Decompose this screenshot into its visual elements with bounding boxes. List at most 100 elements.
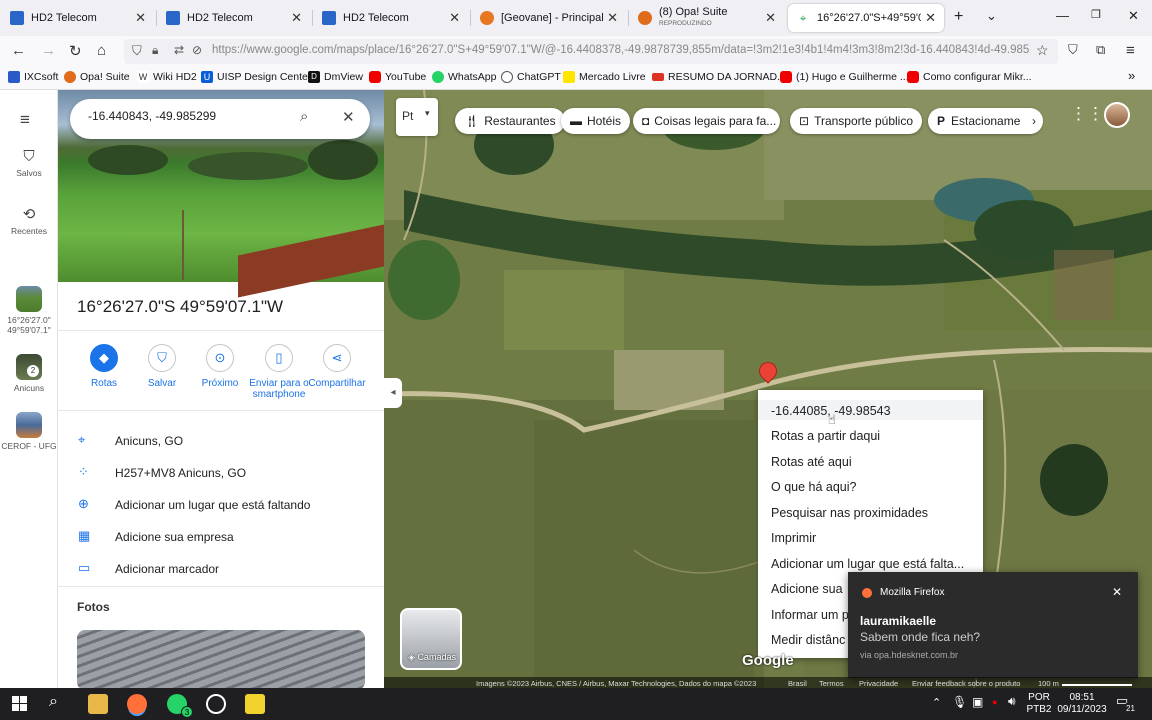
add-missing-place-row[interactable]: Adicionar um lugar que está faltando (115, 498, 310, 512)
search-input[interactable] (88, 109, 288, 123)
volume-icon[interactable]: 🔊︎ (1008, 695, 1016, 707)
photo-thumbnail[interactable] (77, 630, 365, 688)
chip-restaurants[interactable]: 🍴︎ Restaurantes (455, 108, 565, 134)
save-button[interactable]: ⛉ Salvar (131, 344, 193, 389)
search-box[interactable]: ⌕ ✕ (70, 99, 370, 139)
bookmark-ixcsoft[interactable]: IXCsoft (8, 71, 58, 83)
search-icon[interactable]: ⌕ (300, 108, 308, 125)
list-tabs-chevron-icon[interactable]: ⌄ (986, 8, 997, 24)
menu-item-print[interactable]: Imprimir (771, 531, 816, 545)
tray-expand-icon[interactable]: ⌃ (932, 697, 941, 709)
menu-item-add-business[interactable]: Adicione sua (771, 582, 843, 596)
share-button[interactable]: ⋖ Compartilhar (305, 344, 369, 389)
record-icon[interactable]: ● (992, 696, 997, 708)
rail-recent-anicuns[interactable]: 2 Anicuns (0, 354, 58, 393)
rail-saved[interactable]: ⛉ Salvos (0, 149, 58, 178)
close-icon[interactable]: ✕ (607, 10, 618, 26)
bookmark-whatsapp[interactable]: WhatsApp (432, 71, 496, 83)
menu-item-report-issue[interactable]: Informar um p (771, 608, 849, 622)
bookmark-hugo[interactable]: (1) Hugo e Guilherme ... (780, 71, 909, 83)
bookmark-star-icon[interactable]: ☆ (1036, 42, 1049, 59)
chip-hotels[interactable]: ▬ Hotéis (561, 108, 631, 134)
address-bar[interactable]: ⛉ 🔒︎ ⇄ ⊘ https://www.google.com/maps/pla… (124, 39, 1058, 64)
search-icon[interactable]: ⌕ (49, 693, 58, 711)
nearby-button[interactable]: ⊙ Próximo (189, 344, 251, 389)
menu-item-directions-to[interactable]: Rotas até aqui (771, 455, 852, 469)
rail-recent-cerof[interactable]: CEROF - UFG (0, 412, 58, 451)
firefox-notification[interactable]: Mozilla Firefox ✕ lauramikaelle Sabem on… (848, 572, 1138, 678)
bookmark-mikrotik[interactable]: Como configurar Mikr... (907, 71, 1032, 83)
collapse-panel-icon[interactable]: ◂ (384, 378, 402, 408)
sticky-notes-icon[interactable] (245, 694, 265, 714)
bookmark-youtube[interactable]: YouTube (369, 71, 426, 83)
tab-hd2-3[interactable]: HD2 Telecom ✕ (314, 4, 468, 32)
footer-link-feedback[interactable]: Enviar feedback sobre o produto (912, 679, 1020, 688)
close-window-icon[interactable]: ✕ (1128, 8, 1139, 24)
rail-recent-place-coords[interactable]: 16°26'27.0" 49°59'07.1" (0, 286, 58, 335)
menu-item-directions-from[interactable]: Rotas a partir daqui (771, 429, 880, 443)
tab-geovane[interactable]: [Geovane] - Principal ✕ (472, 4, 626, 32)
footer-link-privacy[interactable]: Privacidade (859, 679, 898, 688)
reload-icon[interactable]: ↻ (69, 42, 82, 60)
menu-item-search-nearby[interactable]: Pesquisar nas proximidades (771, 506, 928, 520)
menu-item-measure-distance[interactable]: Medir distânc (771, 633, 845, 647)
menu-item-whats-here[interactable]: O que há aqui? (771, 480, 857, 494)
home-icon[interactable]: ⌂ (97, 42, 106, 59)
close-icon[interactable]: ✕ (1112, 585, 1122, 599)
rail-recent[interactable]: ⟲ Recentes (0, 207, 58, 236)
url-text[interactable]: https://www.google.com/maps/place/16°26'… (212, 44, 1030, 56)
language-dropdown[interactable]: Pt ▾ (396, 98, 438, 136)
tab-opa-suite[interactable]: (8) Opa! Suite REPRODUZINDO ✕ (630, 4, 784, 32)
back-icon[interactable]: ← (11, 42, 26, 59)
input-language[interactable]: POR PTB2 (1026, 692, 1052, 716)
footer-link-terms[interactable]: Termos (819, 679, 844, 688)
app-icon[interactable] (206, 694, 226, 714)
send-to-phone-button[interactable]: ▯ Enviar para o smartphone (247, 344, 311, 400)
layers-button[interactable]: ◈ Camadas (400, 608, 462, 670)
notification-center-icon[interactable]: ▭ 21 (1116, 694, 1135, 715)
extensions-icon[interactable]: ⧉ (1096, 42, 1105, 58)
close-icon[interactable]: ✕ (925, 10, 936, 26)
scale-label[interactable]: 100 m (1038, 679, 1059, 688)
close-icon[interactable]: ✕ (449, 10, 460, 26)
no-location-icon[interactable]: ⊘ (192, 43, 202, 57)
pocket-icon[interactable]: ⛉ (1068, 42, 1078, 58)
restore-icon[interactable]: ❐ (1091, 8, 1101, 21)
bookmark-wiki-hd2[interactable]: W Wiki HD2 (137, 71, 197, 83)
new-tab-button[interactable]: + (954, 8, 963, 26)
clock[interactable]: 08:51 09/11/2023 (1056, 692, 1108, 716)
add-label-row[interactable]: Adicionar marcador (115, 562, 219, 576)
bookmark-opa-suite[interactable]: Opa! Suite (64, 71, 130, 83)
directions-button[interactable]: ◆ Rotas (73, 344, 135, 389)
menu-icon[interactable]: ≡ (1126, 42, 1135, 59)
tab-hd2-1[interactable]: HD2 Telecom ✕ (2, 4, 154, 32)
close-icon[interactable]: ✕ (291, 10, 302, 26)
bookmark-mercado-livre[interactable]: Mercado Livre (563, 71, 646, 83)
add-business-row[interactable]: Adicione sua empresa (115, 530, 234, 544)
address-row[interactable]: Anicuns, GO (115, 434, 183, 448)
close-icon[interactable]: ✕ (342, 108, 355, 126)
tab-google-maps[interactable]: ⌖ 16°26'27.0"S+49°59'07.1"W ✕ (788, 4, 944, 32)
bookmark-dmview[interactable]: D DmView (308, 71, 363, 83)
close-icon[interactable]: ✕ (765, 10, 776, 26)
more-bookmarks-icon[interactable]: » (1128, 68, 1135, 83)
bookmark-uisp[interactable]: U UISP Design Center (201, 71, 311, 83)
windows-start-icon[interactable] (12, 696, 27, 711)
avatar[interactable] (1104, 102, 1130, 128)
satellite-map[interactable]: Pt ▾ 🍴︎ Restaurantes ▬ Hotéis ◘ Coisas lega… (384, 90, 1152, 688)
forward-icon[interactable]: → (41, 42, 56, 59)
footer-link-country[interactable]: Brasil (788, 679, 807, 688)
minimize-icon[interactable]: — (1056, 8, 1069, 23)
chip-transit[interactable]: ⊡ Transporte público (790, 108, 923, 134)
hamburger-menu-icon[interactable]: ≡ (20, 110, 30, 130)
whatsapp-icon[interactable]: 3 (167, 694, 193, 718)
plus-code-row[interactable]: H257+MV8 Anicuns, GO (115, 466, 246, 480)
tab-hd2-2[interactable]: HD2 Telecom ✕ (158, 4, 310, 32)
file-explorer-icon[interactable] (88, 694, 108, 714)
shield-icon[interactable]: ⛉ (132, 43, 142, 59)
bookmark-chatgpt[interactable]: ChatGPT (501, 71, 561, 83)
lock-icon[interactable]: 🔒︎ (152, 43, 158, 58)
menu-item-add-missing-place[interactable]: Adicionar um lugar que está falta... (771, 557, 964, 571)
close-icon[interactable]: ✕ (135, 10, 146, 26)
firefox-icon[interactable] (127, 694, 147, 714)
